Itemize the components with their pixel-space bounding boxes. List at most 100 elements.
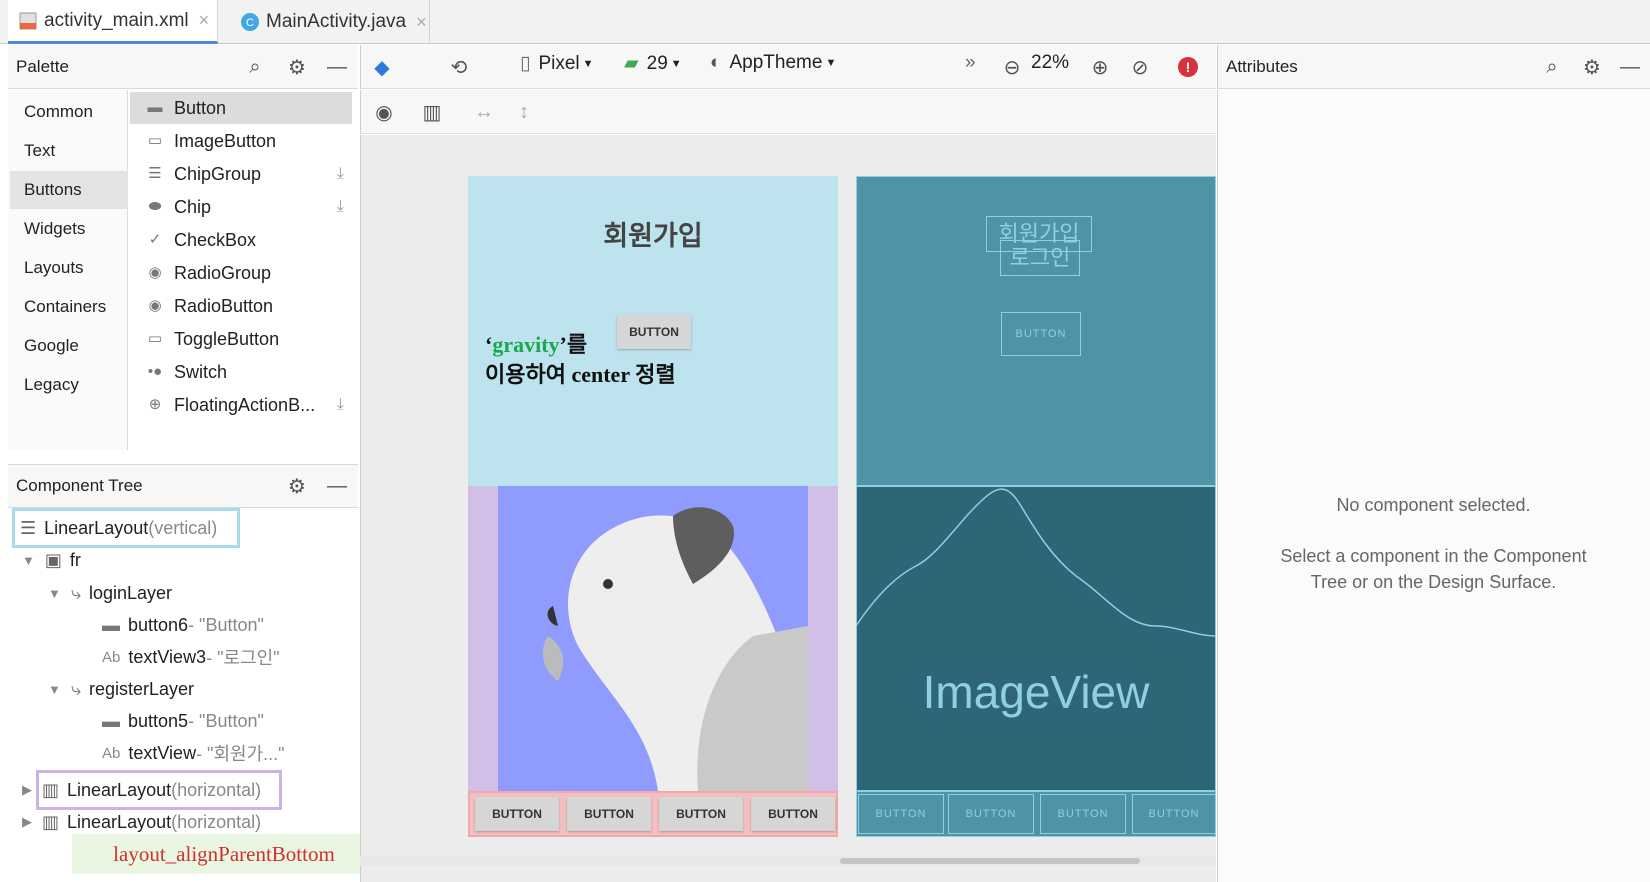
chip-group-icon: ☰ [148,165,162,182]
search-icon[interactable]: ⌕ [1540,55,1564,79]
expand-arrow-icon[interactable]: ▼ [48,586,61,601]
palette-item[interactable]: ▬ Button [130,92,352,124]
expand-arrow-icon[interactable]: ▼ [48,682,61,697]
zoom-in-icon[interactable]: ⊕ [1088,55,1112,79]
image-button-icon: ▭ [147,132,163,149]
close-icon[interactable]: × [416,12,427,33]
tree-node-root[interactable]: ☰ LinearLayout (vertical) [20,513,217,543]
floating-action-icon: ⊕ [148,396,162,413]
palette-item[interactable]: ☰ ChipGroup ⤓ [130,158,352,190]
dog-image[interactable] [498,486,808,791]
blueprint-bottom-button[interactable]: BUTTON [948,794,1034,834]
download-icon[interactable]: ⤓ [337,396,344,414]
tree-node-linear-horizontal-2[interactable]: ▶ ▥ LinearLayout (horizontal) [22,807,261,837]
relative-layout-icon: ⤷ [70,678,81,699]
palette-item[interactable]: ◉ RadioGroup [130,257,352,289]
annotation-label: layout_alignParentBottom [72,834,376,874]
vertical-resize-icon[interactable]: ↕ [512,100,536,124]
gear-icon[interactable]: ⚙ [285,55,309,79]
annotation-gravity: ‘gravity’를 [485,332,588,357]
palette-item[interactable]: •● Switch [130,356,352,388]
button-widget-icon: ▬ [102,710,120,731]
bottom-button[interactable]: BUTTON [475,797,559,831]
download-icon[interactable]: ⤓ [337,165,344,183]
annotation-center: 이용하여 center 정렬 [485,362,676,387]
palette-category-selected[interactable]: Buttons [10,171,128,209]
tree-node-fr[interactable]: ▼ ▣ fr [22,545,81,575]
palette-item[interactable]: ✓ CheckBox [130,224,352,256]
theme-icon: ◐ [710,52,722,73]
zoom-fit-icon[interactable]: ⊘ [1128,55,1152,79]
bottom-button[interactable]: BUTTON [659,797,743,831]
checkbox-icon: ✓ [148,231,162,248]
svg-text:C: C [246,17,254,29]
orientation-icon[interactable]: ⟲ [447,55,471,79]
palette-category[interactable]: Text [10,132,128,170]
expand-arrow-icon[interactable]: ▼ [22,553,35,568]
blueprint-bottom-button[interactable]: BUTTON [858,794,944,834]
minimize-icon[interactable]: — [1618,55,1642,79]
palette-category[interactable]: Common [10,93,128,131]
blueprint-bottom-button[interactable]: BUTTON [1040,794,1126,834]
tab-label: activity_main.xml [44,9,189,31]
tab-activity-main[interactable]: activity_main.xml × [8,0,218,44]
tree-node-button5[interactable]: ▬ button5- "Button" [102,706,264,736]
collapse-arrow-icon[interactable]: ▶ [22,782,32,798]
gear-icon[interactable]: ⚙ [1580,55,1604,79]
frame-layout-icon: ▣ [44,549,62,570]
scrollbar-thumb[interactable] [840,858,1140,864]
minimize-icon[interactable]: — [325,474,349,498]
tree-node-textview3[interactable]: Ab textView3- "로그인" [102,642,280,672]
horizontal-resize-icon[interactable]: ↔ [472,100,496,124]
tab-main-activity[interactable]: C MainActivity.java × [230,0,430,44]
minimize-icon[interactable]: — [325,55,349,79]
zoom-out-icon[interactable]: ⊖ [1000,55,1024,79]
palette-category[interactable]: Layouts [10,249,128,287]
error-indicator-icon[interactable]: ! [1178,57,1198,77]
collapse-arrow-icon[interactable]: ▶ [22,814,32,830]
close-icon[interactable]: × [199,10,210,31]
blueprint-button[interactable]: BUTTON [1001,312,1081,356]
palette-category[interactable]: Containers [10,288,128,326]
bottom-button[interactable]: BUTTON [567,797,651,831]
more-icon[interactable]: » [965,52,976,74]
palette-category[interactable]: Legacy [10,366,128,404]
preview-button[interactable]: BUTTON [617,315,691,349]
tab-label: MainActivity.java [266,11,407,32]
tree-node-button6[interactable]: ▬ button6- "Button" [102,610,264,640]
empty-state-line2: Tree or on the Design Surface. [1310,572,1557,592]
tree-node-textview[interactable]: Ab textView - "회원가..." [102,738,285,768]
eye-icon[interactable]: ◉ [372,100,396,124]
gear-icon[interactable]: ⚙ [285,474,309,498]
attributes-title: Attributes [1226,56,1298,76]
text-view-icon: Ab [102,648,121,666]
phone-icon: ▯ [520,53,531,74]
java-class-icon: C [240,12,260,32]
palette-item[interactable]: ▭ ImageButton [130,125,352,157]
palette-item[interactable]: ◉ RadioButton [130,290,352,322]
palette-item[interactable]: ⬬ Chip ⤓ [130,191,352,223]
empty-state-title: No component selected. [1336,495,1531,515]
blueprint-login[interactable]: 로그인 [1000,240,1080,276]
theme-selector[interactable]: ◐ AppTheme ▼ [710,52,836,74]
dropdown-arrow-icon: ▼ [825,57,837,69]
toggle-button-icon: ▭ [147,330,163,347]
register-title[interactable]: 회원가입 [468,214,838,253]
api-selector[interactable]: ▰ 29 ▼ [624,52,682,75]
palette-category[interactable]: Widgets [10,210,128,248]
bottom-button[interactable]: BUTTON [751,797,835,831]
download-icon[interactable]: ⤓ [337,198,344,216]
palette-category[interactable]: Google [10,327,128,365]
device-selector[interactable]: ▯ Pixel ▼ [520,52,594,75]
search-icon[interactable]: ⌕ [243,55,267,79]
tree-node-register-layer[interactable]: ▼ ⤷ registerLayer [48,674,194,704]
xml-file-icon [18,11,38,31]
palette-item[interactable]: ▭ ToggleButton [130,323,352,355]
horizontal-layout-icon: ▥ [42,779,60,800]
blueprint-bottom-button[interactable]: BUTTON [1132,794,1216,834]
tree-node-linear-horizontal-1[interactable]: ▶ ▥ LinearLayout (horizontal) [22,775,261,805]
tree-node-login-layer[interactable]: ▼ ⤷ loginLayer [48,578,172,608]
palette-item[interactable]: ⊕ FloatingActionB... ⤓ [130,389,352,421]
blueprint-toggle-icon[interactable]: ▥ [420,100,444,124]
layers-icon[interactable]: ◆ [370,55,394,79]
